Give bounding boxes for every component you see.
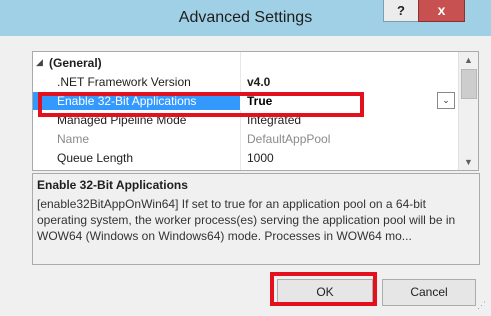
property-row-name[interactable]: Name DefaultAppPool (33, 130, 458, 148)
annotation-highlight-property (38, 92, 364, 117)
category-label: (General) (49, 56, 102, 70)
property-row-net-framework[interactable]: .NET Framework Version v4.0 (33, 73, 458, 91)
value-dropdown-chevron-icon[interactable]: ⌄ (437, 92, 455, 109)
property-name: Queue Length (57, 151, 134, 165)
close-button[interactable]: x (418, 0, 465, 22)
collapse-triangle-icon[interactable]: ◢ (36, 57, 43, 68)
property-value: v4.0 (247, 75, 271, 89)
scroll-down-arrow-icon[interactable]: ▼ (459, 154, 478, 170)
property-row-queue-length[interactable]: Queue Length 1000 (33, 149, 458, 167)
description-title: Enable 32-Bit Applications (37, 178, 188, 192)
vertical-scrollbar[interactable]: ▲ ▼ (458, 52, 478, 170)
title-bar[interactable]: Advanced Settings ? x (0, 0, 491, 36)
annotation-highlight-ok (270, 272, 377, 306)
category-general[interactable]: ◢ (General) (33, 54, 458, 72)
description-panel: Enable 32-Bit Applications [enable32BitA… (32, 173, 480, 265)
property-value: 1000 (247, 151, 274, 165)
advanced-settings-dialog: Advanced Settings ? x ◢ (General) .NET F… (0, 0, 491, 316)
resize-grip-icon[interactable]: ⋰ (477, 300, 486, 311)
property-name: .NET Framework Version (57, 75, 191, 89)
cancel-button[interactable]: Cancel (382, 279, 476, 306)
property-value: DefaultAppPool (247, 132, 331, 146)
description-text: [enable32BitAppOnWin64] If set to true f… (37, 197, 456, 243)
scroll-thumb[interactable] (461, 69, 477, 99)
help-button[interactable]: ? (383, 0, 419, 22)
property-name: Name (57, 132, 90, 146)
scroll-up-arrow-icon[interactable]: ▲ (459, 52, 478, 68)
